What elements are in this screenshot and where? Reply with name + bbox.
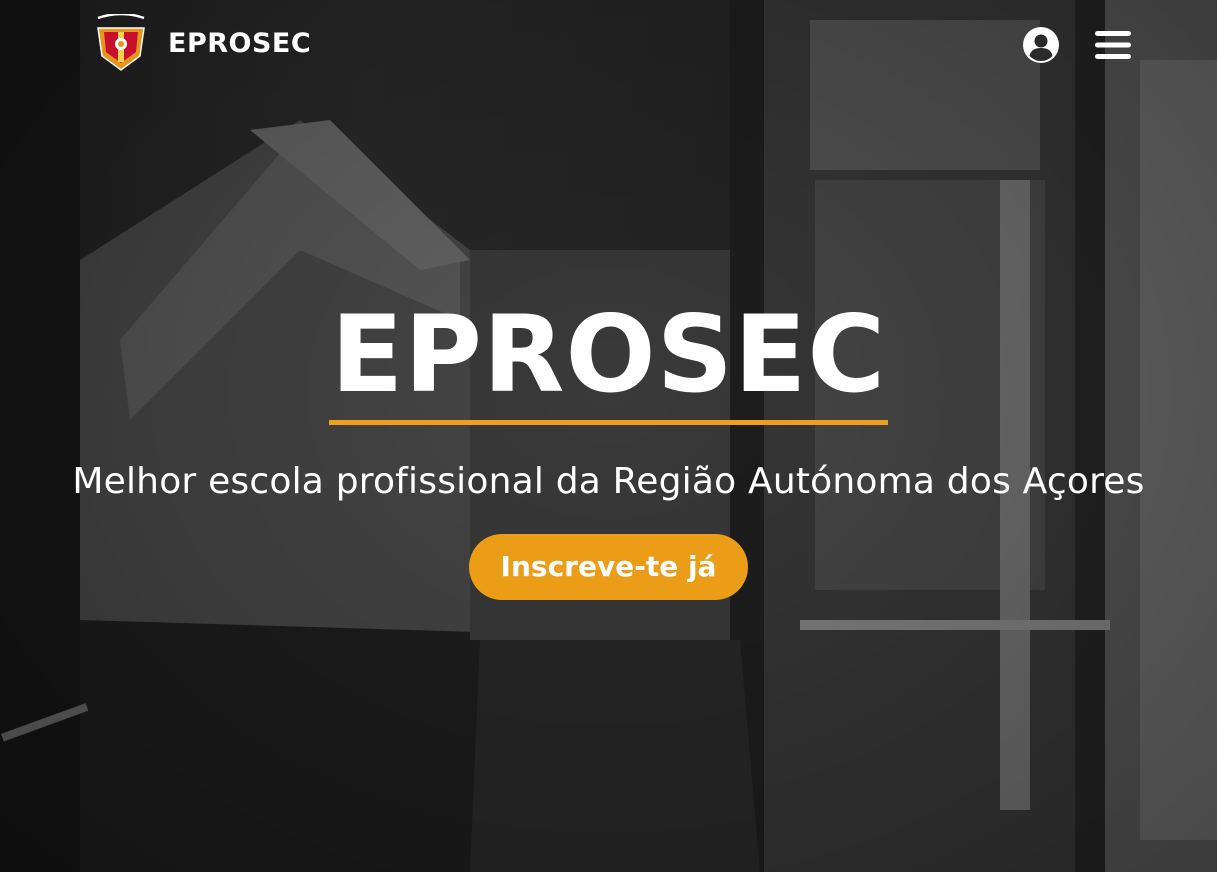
- navbar: EPROSEC: [0, 0, 1217, 92]
- hero-subtitle: Melhor escola profissional da Região Aut…: [72, 461, 1145, 502]
- user-circle-icon[interactable]: [1023, 27, 1059, 63]
- brand[interactable]: EPROSEC: [94, 14, 311, 72]
- enroll-button[interactable]: Inscreve-te já: [468, 534, 749, 600]
- school-crest-logo[interactable]: [94, 14, 148, 72]
- brand-name[interactable]: EPROSEC: [168, 28, 311, 59]
- hamburger-menu-icon[interactable]: [1095, 29, 1131, 61]
- hero-section: EPROSEC EPROSEC Melhor escola profission…: [0, 0, 1217, 872]
- hero-content: EPROSEC Melhor escola profissional da Re…: [0, 290, 1217, 600]
- hero-title: EPROSEC: [328, 290, 889, 425]
